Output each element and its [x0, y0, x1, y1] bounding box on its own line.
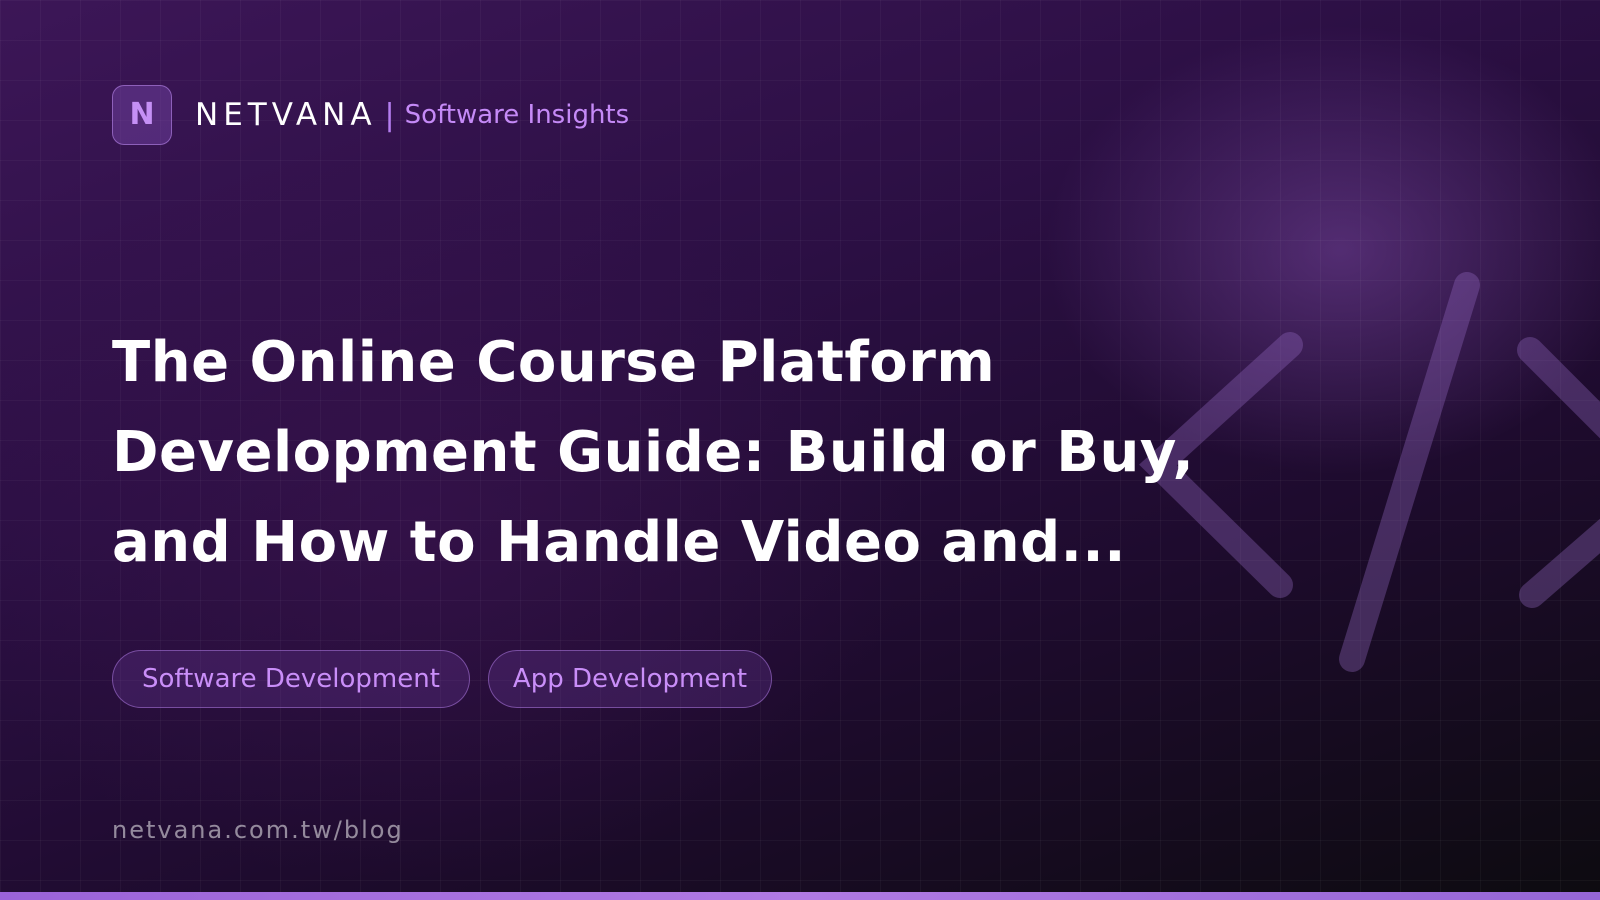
blog-cover-card: N NETVANA | Software Insights The Online…	[0, 0, 1600, 900]
tag-app-development[interactable]: App Development	[487, 650, 773, 708]
logo-letter: N	[129, 97, 155, 132]
brand-tagline: Software Insights	[404, 100, 630, 130]
article-title: The Online Course Platform Development G…	[112, 318, 1312, 588]
title-line: and How to Handle Video and...	[112, 510, 1126, 575]
title-line: Development Guide: Build or Buy,	[112, 420, 1195, 485]
site-header: N NETVANA | Software Insights	[112, 85, 629, 145]
site-url: netvana.com.tw/blog	[112, 816, 404, 844]
category-tags: Software Development App Development	[112, 650, 790, 708]
tag-software-development[interactable]: Software Development	[112, 650, 470, 708]
accent-bar	[0, 892, 1600, 900]
brand-separator: |	[384, 97, 395, 133]
brand-name: NETVANA	[195, 97, 377, 133]
title-line: The Online Course Platform	[112, 330, 996, 395]
logo-badge: N	[112, 85, 172, 145]
